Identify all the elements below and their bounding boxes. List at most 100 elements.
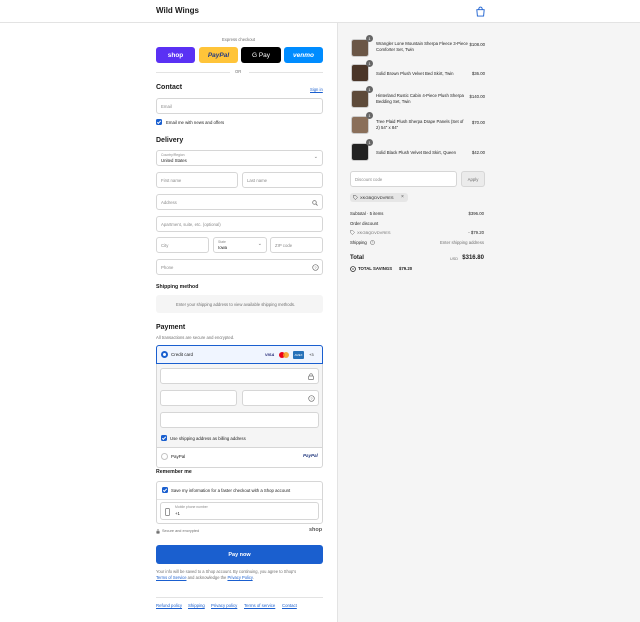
city-field[interactable]: City xyxy=(156,237,209,253)
paypal-option-label[interactable]: PayPal xyxy=(171,454,185,459)
subtotal-value: $396.00 xyxy=(468,211,484,216)
footer-link-contact[interactable]: Contact xyxy=(282,603,297,608)
country-value: United States xyxy=(161,158,187,163)
mobile-phone-field[interactable]: Mobile phone number +1 xyxy=(160,502,319,520)
divider xyxy=(157,447,322,448)
quantity-badge: 1 xyxy=(366,112,373,119)
product-price: $108.00 xyxy=(469,42,485,47)
pay-now-button[interactable]: Pay now xyxy=(156,545,323,564)
total-savings-label: TOTAL SAVINGS xyxy=(358,266,393,271)
discount-code-label: XKGBQDVDVRES xyxy=(357,230,391,235)
phone-field[interactable]: Phone ? xyxy=(156,259,323,275)
footer-link-privacy[interactable]: Privacy policy xyxy=(211,603,237,608)
security-code-field[interactable]: ? xyxy=(242,390,319,406)
zip-field[interactable]: ZIP code xyxy=(270,237,323,253)
discount-code-placeholder: Discount code xyxy=(355,177,383,182)
help-circle-icon[interactable]: ? xyxy=(370,240,375,245)
expiration-date-field[interactable] xyxy=(160,390,237,406)
tag-icon xyxy=(350,230,355,235)
svg-text:?: ? xyxy=(310,396,313,401)
last-name-placeholder: Last name xyxy=(247,178,268,183)
quantity-badge: 1 xyxy=(366,139,373,146)
name-on-card-field[interactable] xyxy=(160,412,319,428)
save-info-checkbox[interactable] xyxy=(162,487,168,493)
apply-button[interactable]: Apply xyxy=(461,171,485,187)
shipping-value: Enter shipping address xyxy=(440,240,484,245)
state-select[interactable]: State Iowa ⌄ xyxy=(213,237,267,253)
chevron-down-icon: ⌄ xyxy=(313,154,318,160)
google-pay-button[interactable]: G Pay xyxy=(241,47,281,63)
product-price: $36.00 xyxy=(471,71,485,76)
payment-heading: Payment xyxy=(156,324,186,331)
footer-link-refund[interactable]: Refund policy xyxy=(156,603,182,608)
brand-name[interactable]: Wild Wings xyxy=(156,6,199,15)
last-name-field[interactable]: Last name xyxy=(242,172,323,188)
mastercard-logo xyxy=(279,352,289,358)
remove-discount-icon[interactable]: × xyxy=(401,194,404,200)
apartment-field[interactable]: Apartment, suite, etc. (optional) xyxy=(156,216,323,232)
credit-card-option[interactable]: Credit card VISA AMEX +3 xyxy=(156,345,323,364)
product-thumbnail xyxy=(351,116,369,134)
footer-link-terms[interactable]: Terms of service xyxy=(244,603,275,608)
product-thumbnail xyxy=(351,39,369,57)
first-name-field[interactable]: First name xyxy=(156,172,238,188)
terms-text-2: and acknowledge the xyxy=(186,575,228,580)
product-name: Solid Brown Plush Velvet Bed Skirt, Twin xyxy=(376,71,454,76)
delivery-heading: Delivery xyxy=(156,137,184,144)
news-checkbox[interactable] xyxy=(156,119,162,125)
currency-label: USD xyxy=(449,257,458,261)
discount-code-field[interactable]: Discount code xyxy=(350,171,457,187)
shopping-bag-icon[interactable] xyxy=(475,6,486,17)
product-name: Wrangler Lone Mountain Sherpa Fleece 3-P… xyxy=(376,41,468,52)
address-placeholder: Address xyxy=(161,200,177,205)
first-name-placeholder: First name xyxy=(161,178,182,183)
product-name: Solid Black Plush Velvet Bed Skirt, Quee… xyxy=(376,150,457,155)
checkout-form: Express checkout shop PayPal G Pay venmo… xyxy=(0,23,337,622)
search-icon xyxy=(312,200,318,206)
product-thumbnail xyxy=(351,90,369,108)
privacy-policy-link[interactable]: Privacy Policy xyxy=(227,575,252,580)
state-label: State xyxy=(218,240,226,244)
total-value: $316.80 xyxy=(462,255,484,261)
quantity-badge: 1 xyxy=(366,35,373,42)
shipping-label: Shipping xyxy=(350,240,367,245)
order-discount-label: Order discount xyxy=(350,221,379,226)
venmo-button[interactable]: venmo xyxy=(284,47,323,63)
subtotal-label: Subtotal · 5 items xyxy=(350,211,384,216)
express-checkout-label: Express checkout xyxy=(222,37,256,42)
quantity-badge: 1 xyxy=(366,60,373,67)
country-select[interactable]: Country/Region United States ⌄ xyxy=(156,150,323,166)
remember-me-heading: Remember me xyxy=(156,469,192,475)
help-circle-icon[interactable]: ? xyxy=(312,264,319,271)
chevron-down-icon: ⌄ xyxy=(257,241,262,247)
city-placeholder: City xyxy=(161,243,169,248)
divider xyxy=(156,597,323,598)
paypal-logo: PayPal xyxy=(303,453,318,458)
divider xyxy=(157,499,322,500)
email-field[interactable]: Email xyxy=(156,98,323,114)
card-number-field[interactable] xyxy=(160,368,319,384)
news-checkbox-label: Email me with news and offers xyxy=(166,120,225,125)
address-field[interactable]: Address xyxy=(156,194,323,210)
paypal-button[interactable]: PayPal xyxy=(199,47,238,63)
secure-label: Secure and encrypted xyxy=(162,529,200,533)
billing-address-checkbox[interactable] xyxy=(161,435,167,441)
payment-subtitle: All transactions are secure and encrypte… xyxy=(156,335,235,340)
help-circle-icon[interactable]: ? xyxy=(308,395,315,402)
discount-value: - $79.20 xyxy=(468,230,484,235)
product-name: Tree Plaid Plush Sherpa Drape Panels (Se… xyxy=(376,119,464,130)
mobile-phone-value: +1 xyxy=(175,511,180,516)
footer-link-shipping[interactable]: Shipping xyxy=(188,603,205,608)
zip-placeholder: ZIP code xyxy=(275,243,293,248)
shop-logo: shop xyxy=(309,527,323,533)
svg-text:?: ? xyxy=(314,265,317,270)
sign-in-link[interactable]: Sign in xyxy=(310,87,323,92)
shipping-method-note: Enter your shipping address to view avai… xyxy=(176,302,296,307)
amex-logo: AMEX xyxy=(293,351,304,359)
paypal-radio[interactable] xyxy=(161,453,168,460)
lock-icon xyxy=(156,529,160,534)
product-price: $42.00 xyxy=(471,150,485,155)
shop-pay-button[interactable]: shop xyxy=(156,47,195,63)
credit-card-radio[interactable] xyxy=(161,351,168,358)
terms-of-service-link[interactable]: Terms of Service xyxy=(156,575,186,580)
